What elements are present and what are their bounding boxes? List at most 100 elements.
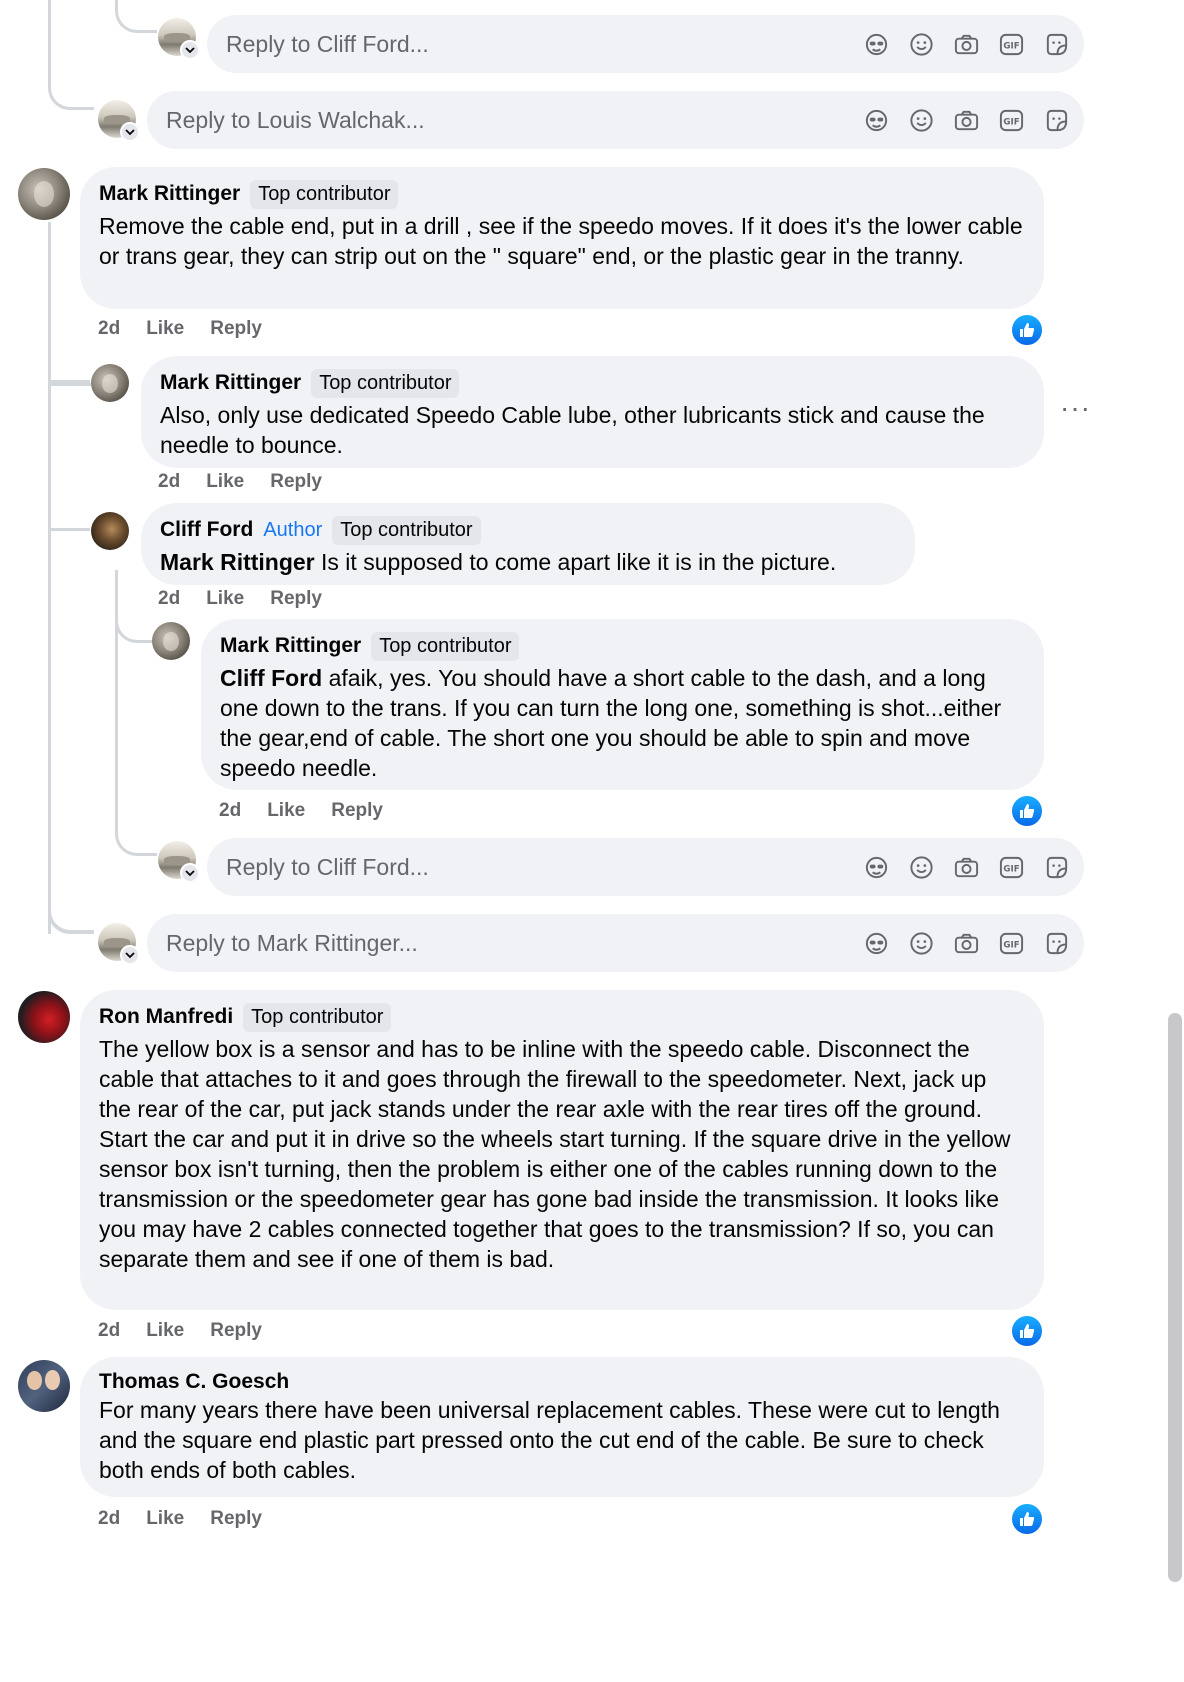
camera-icon[interactable] <box>953 107 980 134</box>
reply-button[interactable]: Reply <box>210 1508 262 1530</box>
more-options-icon[interactable]: ··· <box>1060 392 1091 424</box>
comment-text: The yellow box is a sensor and has to be… <box>99 1036 1011 1272</box>
reply-button[interactable]: Reply <box>210 318 262 340</box>
scrollbar-thumb[interactable] <box>1168 1013 1182 1582</box>
comment-actions: 2d Like Reply <box>219 800 383 822</box>
thread-connector <box>48 380 90 383</box>
reply-input[interactable]: Reply to Cliff Ford... GIF <box>207 838 1084 896</box>
comment-bubble: Mark Rittinger Top contributor Also, onl… <box>141 356 1044 468</box>
avatar-sticker-icon[interactable] <box>863 930 890 957</box>
sticker-icon[interactable] <box>1043 930 1070 957</box>
commenter-name[interactable]: Mark Rittinger <box>99 182 240 206</box>
avatar-sticker-icon[interactable] <box>863 31 890 58</box>
commenter-avatar[interactable] <box>18 991 70 1043</box>
timestamp[interactable]: 2d <box>98 1508 120 1530</box>
reply-placeholder: Reply to Louis Walchak... <box>166 106 425 133</box>
like-reaction-icon[interactable] <box>1010 1502 1044 1536</box>
svg-text:GIF: GIF <box>1003 41 1019 51</box>
comment-body: Is it supposed to come apart like it is … <box>314 549 837 575</box>
like-button[interactable]: Like <box>206 471 244 493</box>
comment-text: Also, only use dedicated Speedo Cable lu… <box>160 402 985 458</box>
mention-link[interactable]: Mark Rittinger <box>160 549 315 575</box>
timestamp[interactable]: 2d <box>98 1320 120 1342</box>
camera-icon[interactable] <box>953 854 980 881</box>
comment-bubble: Ron Manfredi Top contributor The yellow … <box>80 990 1044 1310</box>
reply-button[interactable]: Reply <box>270 471 322 493</box>
like-reaction-icon[interactable] <box>1010 1314 1044 1348</box>
sticker-icon[interactable] <box>1043 854 1070 881</box>
commenter-avatar[interactable] <box>18 1360 70 1412</box>
comment-actions: 2d Like Reply <box>98 1320 262 1342</box>
reply-input[interactable]: Reply to Louis Walchak... GIF <box>147 91 1084 149</box>
comment-bubble: Mark Rittinger Top contributor Cliff For… <box>201 619 1044 790</box>
chevron-down-icon[interactable] <box>180 863 200 883</box>
commenter-avatar[interactable] <box>18 168 70 220</box>
sticker-icon[interactable] <box>1043 31 1070 58</box>
like-reaction-icon[interactable] <box>1010 313 1044 347</box>
commenter-name[interactable]: Mark Rittinger <box>160 371 301 395</box>
top-contributor-badge: Top contributor <box>332 515 481 545</box>
comment-text: Mark Rittinger Is it supposed to come ap… <box>160 547 895 577</box>
commenter-name[interactable]: Mark Rittinger <box>220 634 361 658</box>
comment-bubble: Cliff Ford Author Top contributor Mark R… <box>141 503 915 585</box>
gif-icon[interactable]: GIF <box>998 854 1025 881</box>
comment-actions: 2d Like Reply <box>158 471 322 493</box>
gif-icon[interactable]: GIF <box>998 31 1025 58</box>
mention-link[interactable]: Cliff Ford <box>220 665 322 691</box>
thread-connector <box>48 330 91 386</box>
chevron-down-icon[interactable] <box>180 40 200 60</box>
reply-toolbar: GIF <box>863 107 1070 134</box>
comment-text: Remove the cable end, put in a drill , s… <box>99 213 1023 269</box>
svg-text:GIF: GIF <box>1003 940 1019 950</box>
like-button[interactable]: Like <box>206 588 244 610</box>
commenter-avatar[interactable] <box>91 512 129 550</box>
comment-actions: 2d Like Reply <box>98 318 262 340</box>
thread-connector <box>48 880 94 933</box>
emoji-icon[interactable] <box>908 31 935 58</box>
chevron-down-icon[interactable] <box>120 945 140 965</box>
timestamp[interactable]: 2d <box>219 800 241 822</box>
reply-input[interactable]: Reply to Mark Rittinger... GIF <box>147 914 1084 972</box>
timestamp[interactable]: 2d <box>98 318 120 340</box>
gif-icon[interactable]: GIF <box>998 930 1025 957</box>
emoji-icon[interactable] <box>908 930 935 957</box>
like-button[interactable]: Like <box>146 1508 184 1530</box>
reply-button[interactable]: Reply <box>270 588 322 610</box>
like-button[interactable]: Like <box>146 318 184 340</box>
top-contributor-badge: Top contributor <box>311 368 460 398</box>
top-contributor-badge: Top contributor <box>243 1002 392 1032</box>
author-label: Author <box>263 518 323 541</box>
reply-button[interactable]: Reply <box>210 1320 262 1342</box>
comment-body: afaik, yes. You should have a short cabl… <box>220 665 1002 781</box>
avatar-sticker-icon[interactable] <box>863 854 890 881</box>
reply-button[interactable]: Reply <box>331 800 383 822</box>
comment-bubble: Mark Rittinger Top contributor Remove th… <box>80 167 1044 309</box>
thread-connector <box>115 760 157 856</box>
reply-toolbar: GIF <box>863 31 1070 58</box>
emoji-icon[interactable] <box>908 107 935 134</box>
commenter-name[interactable]: Thomas C. Goesch <box>99 1370 289 1394</box>
timestamp[interactable]: 2d <box>158 471 180 493</box>
emoji-icon[interactable] <box>908 854 935 881</box>
like-button[interactable]: Like <box>267 800 305 822</box>
thread-connector <box>48 222 51 934</box>
camera-icon[interactable] <box>953 930 980 957</box>
reply-toolbar: GIF <box>863 930 1070 957</box>
commenter-avatar[interactable] <box>91 364 129 402</box>
timestamp[interactable]: 2d <box>158 588 180 610</box>
thread-connector <box>48 0 94 110</box>
commenter-name[interactable]: Cliff Ford <box>160 518 253 542</box>
gif-icon[interactable]: GIF <box>998 107 1025 134</box>
camera-icon[interactable] <box>953 31 980 58</box>
comment-bubble: Thomas C. Goesch For many years there ha… <box>80 1357 1044 1497</box>
like-reaction-icon[interactable] <box>1010 794 1044 828</box>
thread-connector <box>48 528 90 531</box>
chevron-down-icon[interactable] <box>120 122 140 142</box>
commenter-name[interactable]: Ron Manfredi <box>99 1005 233 1029</box>
commenter-avatar[interactable] <box>152 622 190 660</box>
sticker-icon[interactable] <box>1043 107 1070 134</box>
avatar-sticker-icon[interactable] <box>863 107 890 134</box>
comment-text: For many years there have been universal… <box>99 1397 1000 1483</box>
reply-input[interactable]: Reply to Cliff Ford... GIF <box>207 15 1084 73</box>
like-button[interactable]: Like <box>146 1320 184 1342</box>
